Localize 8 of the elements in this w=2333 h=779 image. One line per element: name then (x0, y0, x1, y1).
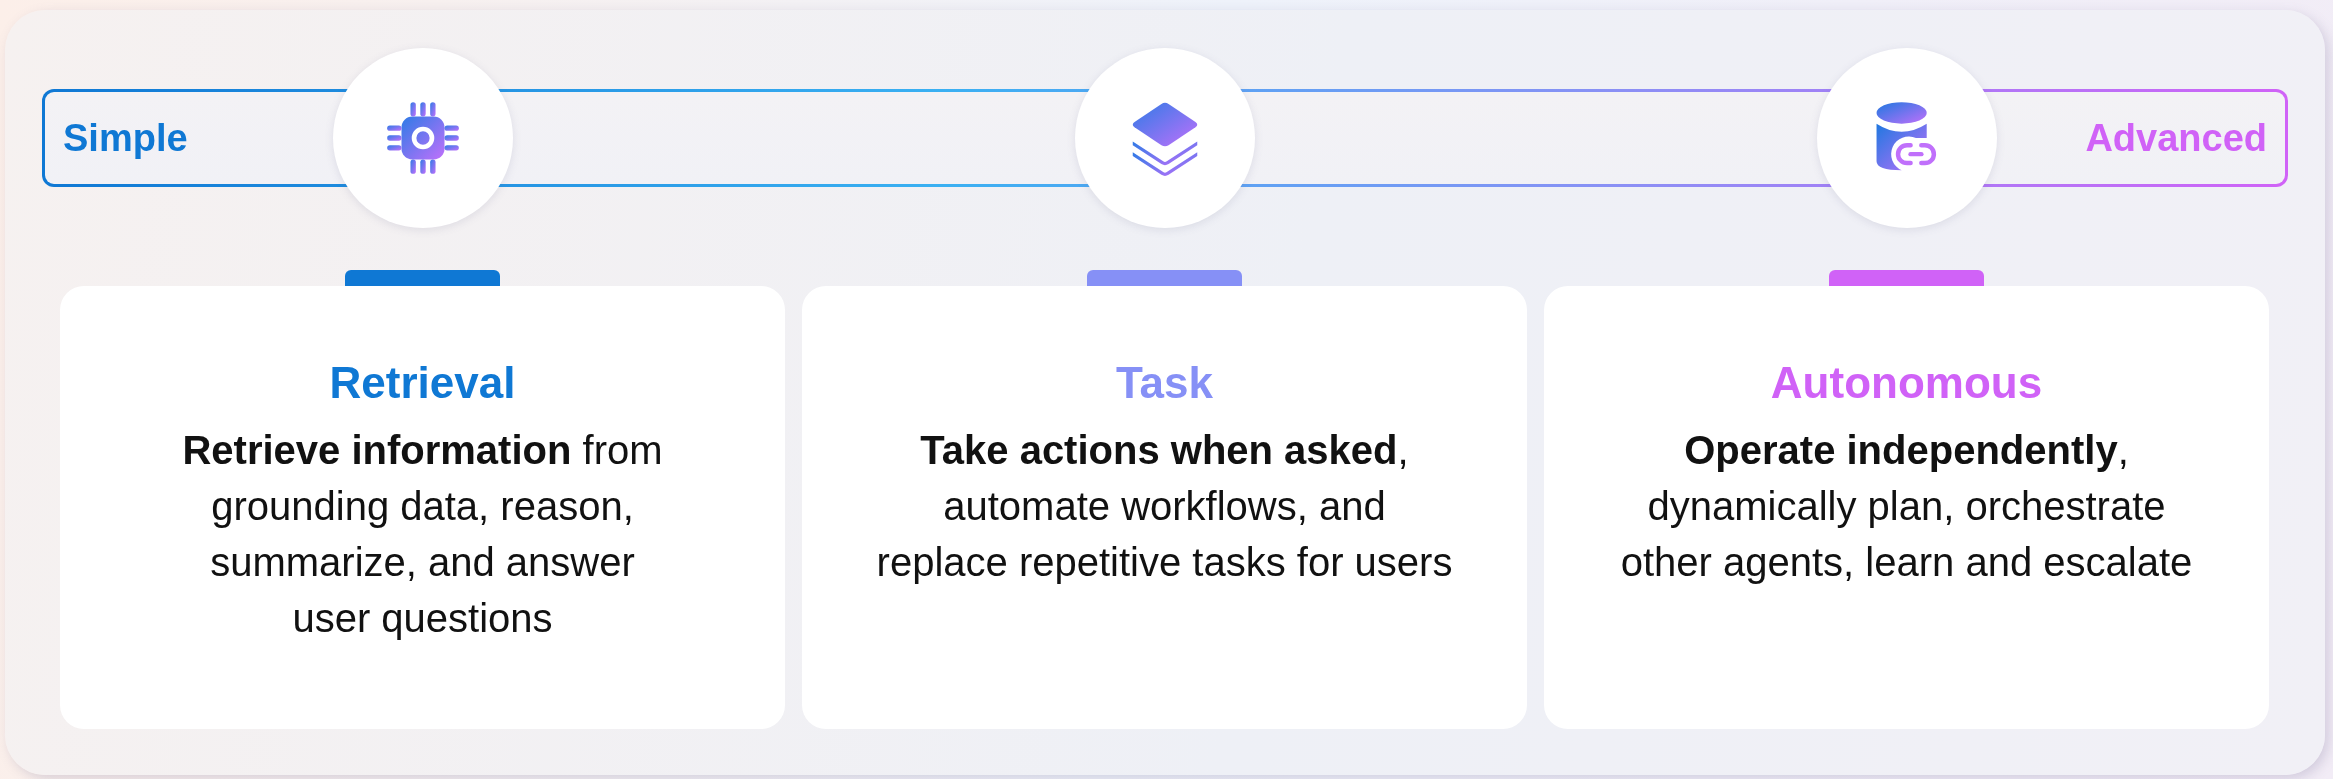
card-title: Autonomous (1769, 358, 2044, 408)
scale-end-label: Advanced (2085, 116, 2267, 160)
card-title: Retrieval (328, 358, 517, 408)
scale-start-label: Simple (63, 116, 188, 160)
card-title: Task (1115, 358, 1214, 408)
card-description: Retrieve information from grounding data, reason, summarize, and answer user questions (181, 427, 664, 642)
card-description: Take actions when asked, automate workflows, and replace repetitive tasks for users (875, 427, 1454, 586)
card-description: Operate independently, dynamically plan, orchestrate other agents, learn and escalate (1619, 427, 2194, 586)
